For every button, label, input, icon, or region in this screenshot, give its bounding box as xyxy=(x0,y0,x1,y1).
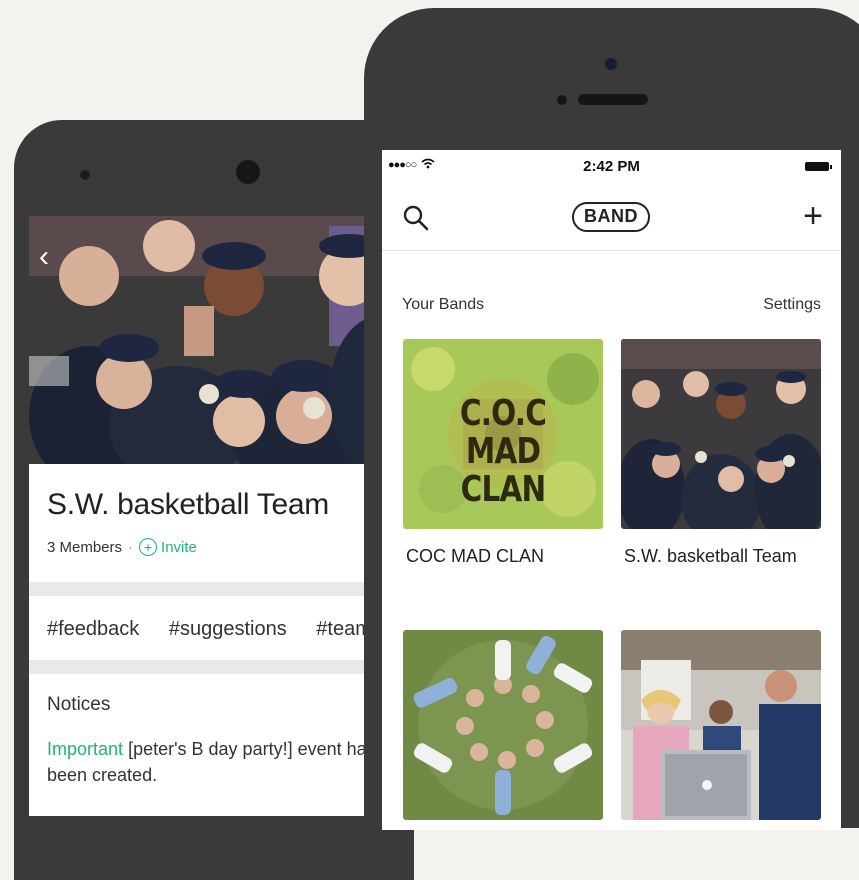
top-nav: BAND + xyxy=(382,190,841,251)
settings-link[interactable]: Settings xyxy=(763,296,821,314)
member-count: 3 Members xyxy=(47,538,123,556)
hashtag-row: #feedback #suggestions #team-m xyxy=(47,618,414,641)
band-cover-image-3 xyxy=(403,630,603,820)
iphone: ●●●○○ 2:42 PM BAND + Your Bands Settings xyxy=(364,8,859,830)
band-tile-coc[interactable]: C.O.C MAD CLAN xyxy=(403,339,603,529)
notices-heading: Notices xyxy=(47,694,111,715)
notice-item[interactable]: Important [peter's B day party!] event h… xyxy=(47,736,407,788)
member-row: 3 Members · + Invite xyxy=(47,538,197,556)
status-bar: ●●●○○ 2:42 PM xyxy=(382,150,841,182)
add-icon[interactable]: + xyxy=(803,196,823,236)
section-divider xyxy=(29,660,414,674)
band-cover-image-4 xyxy=(621,630,821,820)
separator-dot: · xyxy=(128,538,134,556)
band-tile-3[interactable] xyxy=(403,630,603,820)
your-bands-heading: Your Bands xyxy=(402,296,485,313)
band-tile-basketball[interactable] xyxy=(621,339,821,529)
cover-line-2: MAD CLAN xyxy=(460,431,547,510)
band-name-coc[interactable]: COC MAD CLAN xyxy=(406,546,544,567)
basketball-cover-image xyxy=(621,339,821,529)
search-icon[interactable] xyxy=(402,204,430,232)
sensor-dot xyxy=(80,170,90,180)
invite-plus-icon[interactable]: + xyxy=(139,538,158,556)
android-phone: ‹ S.W. basketball Team 3 Members · + Inv… xyxy=(14,120,414,880)
band-cover-photo: ‹ xyxy=(29,216,414,464)
proximity-sensor xyxy=(557,95,567,105)
coc-cover-text: C.O.C MAD CLAN xyxy=(421,395,585,509)
front-camera xyxy=(605,58,617,70)
band-logo: BAND xyxy=(572,202,650,232)
band-tile-4[interactable] xyxy=(621,630,821,820)
front-camera xyxy=(236,160,260,184)
hashtag-suggestions[interactable]: #suggestions xyxy=(169,618,287,640)
status-time: 2:42 PM xyxy=(583,158,640,175)
cover-line-1: C.O.C xyxy=(459,393,547,434)
back-chevron-icon[interactable]: ‹ xyxy=(39,242,49,272)
band-title: S.W. basketball Team xyxy=(47,488,329,521)
battery-icon xyxy=(805,162,832,171)
earpiece-speaker xyxy=(578,94,648,105)
section-divider xyxy=(29,582,414,596)
hashtag-feedback[interactable]: #feedback xyxy=(47,618,139,640)
android-screen: ‹ S.W. basketball Team 3 Members · + Inv… xyxy=(29,216,414,816)
iphone-screen: ●●●○○ 2:42 PM BAND + Your Bands Settings xyxy=(382,150,841,830)
notice-tag: Important xyxy=(47,739,124,759)
band-name-basketball[interactable]: S.W. basketball Team xyxy=(624,546,797,567)
invite-link[interactable]: Invite xyxy=(161,539,197,556)
